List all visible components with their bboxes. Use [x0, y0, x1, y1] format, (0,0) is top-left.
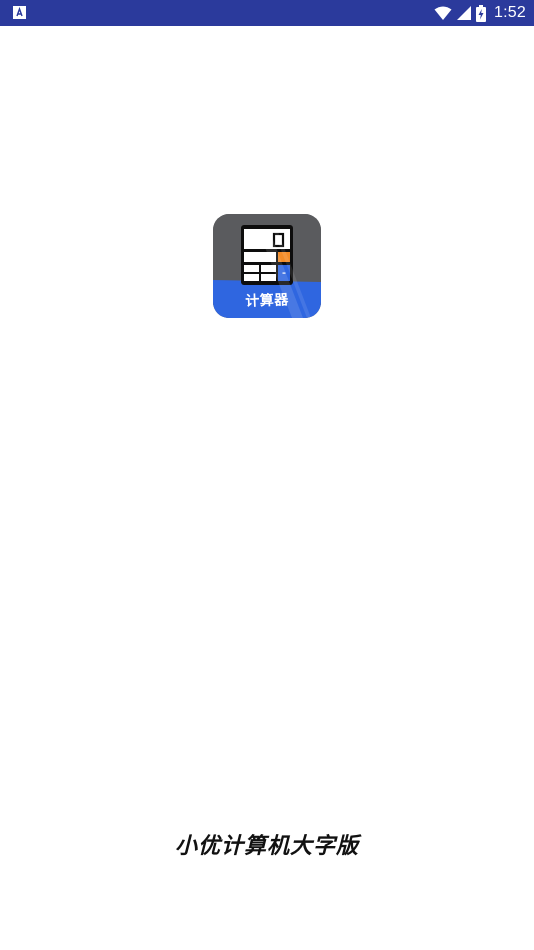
icon-label: 计算器	[245, 292, 290, 310]
status-icons: 1:52	[434, 0, 526, 26]
signal-icon	[457, 5, 472, 21]
status-time: 1:52	[494, 4, 526, 21]
battery-charging-icon	[476, 4, 487, 22]
status-bar: 1:52	[0, 0, 534, 26]
app-name-title: 小优计算机大字版	[174, 834, 359, 859]
calculator-icon: 计算器	[213, 214, 321, 318]
wifi-icon	[434, 6, 452, 21]
app-notification-icon	[13, 6, 26, 19]
